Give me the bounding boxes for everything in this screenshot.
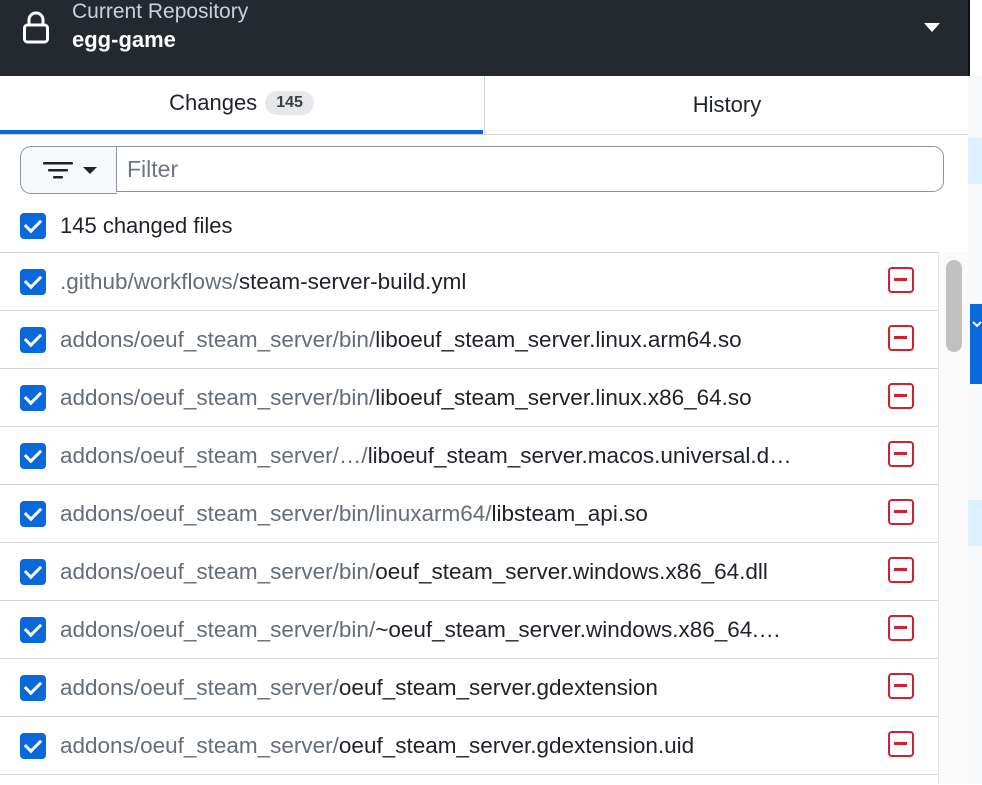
file-row[interactable]: addons/oeuf_steam_server/oeuf_steam_serv… bbox=[0, 717, 938, 775]
file-dir: addons/oeuf_steam_server/ bbox=[60, 675, 339, 700]
repository-selector[interactable]: Current Repository egg-game bbox=[0, 0, 970, 76]
file-checkbox[interactable] bbox=[20, 733, 46, 759]
file-path: addons/oeuf_steam_server/oeuf_steam_serv… bbox=[60, 659, 880, 716]
filter-lines-icon bbox=[43, 162, 97, 179]
file-name: liboeuf_steam_server.macos.universal.d… bbox=[367, 443, 792, 468]
file-name: liboeuf_steam_server.linux.x86_64.so bbox=[375, 385, 752, 410]
file-dir: addons/oeuf_steam_server/bin/ bbox=[60, 559, 376, 584]
filter-input[interactable] bbox=[116, 146, 944, 192]
deleted-status-icon bbox=[888, 441, 914, 467]
changed-files-count: 145 changed files bbox=[60, 213, 233, 238]
triangle-down-icon bbox=[924, 23, 940, 32]
file-name: oeuf_steam_server.windows.x86_64.dll bbox=[375, 559, 768, 584]
changes-count-badge: 145 bbox=[265, 91, 314, 115]
file-row[interactable]: addons/oeuf_steam_server/bin/oeuf_steam_… bbox=[0, 543, 938, 601]
tab-history-label: History bbox=[692, 92, 762, 117]
file-checkbox[interactable] bbox=[20, 443, 46, 469]
file-dir: addons/oeuf_steam_server/bin/ bbox=[60, 385, 376, 410]
deleted-status-icon bbox=[888, 499, 914, 525]
tab-history[interactable]: History bbox=[484, 76, 969, 134]
deleted-status-icon bbox=[888, 615, 914, 641]
file-dir: addons/oeuf_steam_server/ bbox=[60, 733, 339, 758]
deleted-status-icon bbox=[888, 325, 914, 351]
file-row[interactable]: addons/oeuf_steam_server/bin/linuxarm64/… bbox=[0, 485, 938, 543]
file-name: steam-server-build.yml bbox=[238, 269, 467, 294]
lock-icon bbox=[23, 11, 49, 44]
select-all-checkbox[interactable] bbox=[20, 213, 46, 239]
deleted-status-icon bbox=[888, 731, 914, 757]
file-row[interactable]: addons/oeuf_steam_server/bin/liboeuf_ste… bbox=[0, 369, 938, 427]
repository-caption: Current Repository bbox=[72, 0, 249, 23]
file-dir: addons/oeuf_steam_server/bin/ bbox=[60, 617, 376, 642]
file-path: addons/oeuf_steam_server/oeuf_steam_serv… bbox=[60, 717, 880, 774]
file-dir: addons/oeuf_steam_server/bin/ bbox=[60, 327, 376, 352]
file-path: addons/oeuf_steam_server/bin/liboeuf_ste… bbox=[60, 311, 880, 368]
file-name: liboeuf_steam_server.linux.arm64.so bbox=[375, 327, 742, 352]
file-row[interactable]: addons/oeuf_steam_server/…/liboeuf_steam… bbox=[0, 427, 938, 485]
file-row[interactable]: .github/workflows/steam-server-build.yml bbox=[0, 253, 938, 311]
file-name: libsteam_api.so bbox=[491, 501, 648, 526]
file-checkbox[interactable] bbox=[20, 675, 46, 701]
deleted-status-icon bbox=[888, 557, 914, 583]
chevron-down-icon bbox=[972, 321, 982, 328]
file-checkbox[interactable] bbox=[20, 501, 46, 527]
file-path: addons/oeuf_steam_server/bin/~oeuf_steam… bbox=[60, 601, 880, 658]
file-path: addons/oeuf_steam_server/bin/linuxarm64/… bbox=[60, 485, 880, 542]
deleted-status-icon bbox=[888, 383, 914, 409]
tab-changes-label: Changes bbox=[169, 90, 258, 115]
deleted-status-icon bbox=[888, 267, 914, 293]
file-checkbox[interactable] bbox=[20, 269, 46, 295]
adjacent-pane-highlight bbox=[968, 138, 982, 184]
file-checkbox[interactable] bbox=[20, 559, 46, 585]
file-dir: addons/oeuf_steam_server/…/ bbox=[60, 443, 368, 468]
filter-options-button[interactable] bbox=[20, 146, 117, 194]
file-name: ~oeuf_steam_server.windows.x86_64.… bbox=[375, 617, 782, 642]
select-all-row: 145 changed files bbox=[20, 210, 232, 242]
file-checkbox[interactable] bbox=[20, 617, 46, 643]
tab-bar: Changes 145 History bbox=[0, 76, 968, 135]
file-path: addons/oeuf_steam_server/bin/oeuf_steam_… bbox=[60, 543, 880, 600]
file-dir: .github/workflows/ bbox=[60, 269, 239, 294]
file-path: addons/oeuf_steam_server/…/liboeuf_steam… bbox=[60, 427, 880, 484]
deleted-status-icon bbox=[888, 673, 914, 699]
scrollbar-thumb[interactable] bbox=[946, 260, 962, 352]
file-dir: addons/oeuf_steam_server/bin/linuxarm64/ bbox=[60, 501, 492, 526]
file-name: oeuf_steam_server.gdextension bbox=[338, 675, 658, 700]
changed-files-list: .github/workflows/steam-server-build.yml… bbox=[0, 252, 938, 785]
file-checkbox[interactable] bbox=[20, 385, 46, 411]
file-row[interactable]: addons/oeuf_steam_server/oeuf_steam_serv… bbox=[0, 659, 938, 717]
file-row[interactable]: addons/oeuf_steam_server/bin/~oeuf_steam… bbox=[0, 601, 938, 659]
repository-name: egg-game bbox=[72, 27, 176, 52]
file-path: addons/oeuf_steam_server/bin/liboeuf_ste… bbox=[60, 369, 880, 426]
tab-changes[interactable]: Changes 145 bbox=[0, 76, 483, 134]
adjacent-pane-selected-item[interactable] bbox=[970, 304, 982, 384]
file-path: .github/workflows/steam-server-build.yml bbox=[60, 253, 880, 310]
filter-row bbox=[20, 146, 947, 195]
file-checkbox[interactable] bbox=[20, 327, 46, 353]
file-row[interactable]: addons/oeuf_steam_server/bin/liboeuf_ste… bbox=[0, 311, 938, 369]
adjacent-pane-highlight bbox=[968, 500, 982, 546]
file-name: oeuf_steam_server.gdextension.uid bbox=[338, 733, 695, 758]
